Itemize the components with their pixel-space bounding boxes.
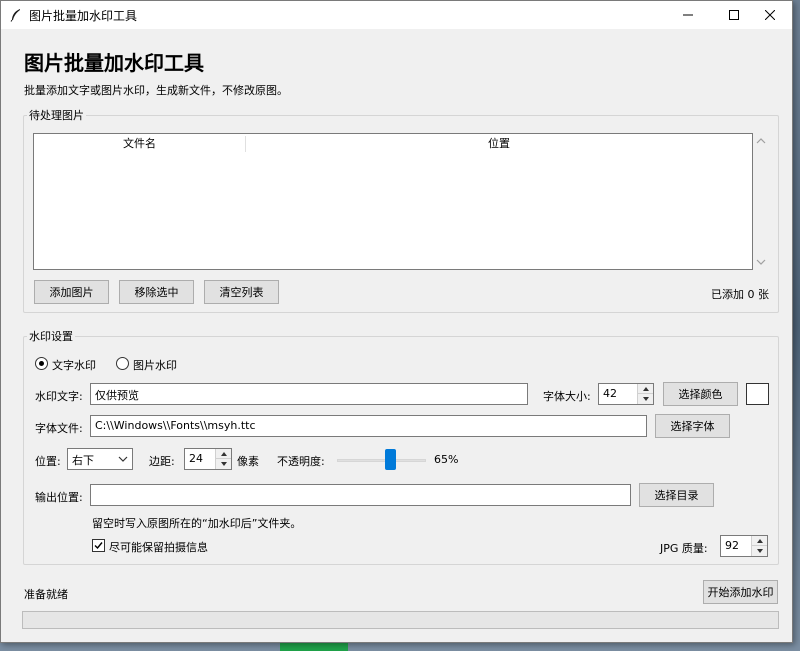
stepper-down-icon[interactable] <box>638 394 653 404</box>
feather-icon <box>9 8 23 22</box>
clear-list-button[interactable]: 清空列表 <box>204 280 279 304</box>
font-file-input[interactable]: C:\\Windows\\Fonts\\msyh.ttc <box>90 415 647 437</box>
image-count: 已添加 0 张 <box>711 288 769 301</box>
margin-label: 边距: <box>149 455 175 468</box>
maximize-icon <box>729 10 739 20</box>
choose-font-button[interactable]: 选择字体 <box>655 414 730 438</box>
output-label: 输出位置: <box>35 491 83 504</box>
opacity-slider[interactable] <box>337 459 426 462</box>
stepper-arrows <box>215 449 231 469</box>
text-watermark-label[interactable]: 文字水印 <box>52 357 96 373</box>
minimize-icon <box>683 14 693 16</box>
watermark-text-label: 水印文字: <box>35 390 83 403</box>
position-select[interactable]: 右下 <box>67 448 133 470</box>
image-list[interactable]: 文件名 位置 <box>33 133 753 270</box>
title-bar[interactable]: 图片批量加水印工具 <box>1 1 792 29</box>
add-images-button[interactable]: 添加图片 <box>34 280 109 304</box>
app-window: 图片批量加水印工具 图片批量加水印工具 批量添加文字或图片水印，生成新文件，不修… <box>0 0 793 643</box>
desktop-taskbar-item <box>280 643 348 651</box>
watermark-text-input[interactable]: 仅供预览 <box>90 383 528 405</box>
images-group-label: 待处理图片 <box>27 107 86 123</box>
jpg-quality-stepper[interactable]: 92 <box>720 535 768 557</box>
column-header-filename[interactable]: 文件名 <box>34 134 245 154</box>
status-text: 准备就绪 <box>24 588 68 601</box>
position-value: 右下 <box>72 454 94 467</box>
stepper-up-icon[interactable] <box>752 536 767 546</box>
font-file-label: 字体文件: <box>35 422 83 435</box>
font-size-label: 字体大小: <box>543 390 591 403</box>
start-watermark-button[interactable]: 开始添加水印 <box>703 580 778 604</box>
client-area: 图片批量加水印工具 批量添加文字或图片水印，生成新文件，不修改原图。 待处理图片… <box>1 29 792 644</box>
window-title: 图片批量加水印工具 <box>29 9 138 23</box>
minimize-button[interactable] <box>665 1 711 29</box>
stepper-arrows <box>637 384 653 404</box>
keep-exif-checkbox[interactable] <box>92 539 105 552</box>
stepper-down-icon[interactable] <box>752 546 767 556</box>
opacity-value: 65% <box>434 453 459 466</box>
close-button[interactable] <box>747 1 793 29</box>
margin-unit: 像素 <box>237 455 259 468</box>
close-icon <box>765 10 775 20</box>
stepper-up-icon[interactable] <box>216 449 231 459</box>
stepper-arrows <box>751 536 767 556</box>
chevron-down-icon <box>118 456 128 462</box>
column-header-location[interactable]: 位置 <box>246 134 752 154</box>
scroll-up-icon[interactable] <box>756 137 766 145</box>
margin-value: 24 <box>189 452 203 465</box>
page-title: 图片批量加水印工具 <box>24 51 204 75</box>
progress-bar <box>22 611 779 629</box>
choose-dir-button[interactable]: 选择目录 <box>639 483 714 507</box>
stepper-down-icon[interactable] <box>216 459 231 469</box>
font-size-stepper[interactable]: 42 <box>598 383 654 405</box>
stepper-up-icon[interactable] <box>638 384 653 394</box>
image-watermark-label[interactable]: 图片水印 <box>133 357 177 373</box>
choose-color-button[interactable]: 选择颜色 <box>663 382 738 406</box>
opacity-label: 不透明度: <box>277 455 325 468</box>
opacity-slider-handle[interactable] <box>385 449 396 470</box>
settings-group-label: 水印设置 <box>27 328 75 344</box>
remove-selected-button[interactable]: 移除选中 <box>119 280 194 304</box>
page-subtitle: 批量添加文字或图片水印，生成新文件，不修改原图。 <box>24 84 288 97</box>
position-label: 位置: <box>35 455 61 468</box>
output-hint: 留空时写入原图所在的“加水印后”文件夹。 <box>92 517 302 530</box>
keep-exif-label[interactable]: 尽可能保留拍摄信息 <box>109 539 208 555</box>
image-list-scrollbar[interactable] <box>753 133 769 270</box>
scroll-down-icon[interactable] <box>756 258 766 266</box>
output-dir-input[interactable] <box>90 484 631 506</box>
jpg-quality-label: JPG 质量: <box>660 542 708 555</box>
margin-stepper[interactable]: 24 <box>184 448 232 470</box>
text-watermark-radio[interactable] <box>35 357 48 370</box>
font-size-value: 42 <box>603 387 617 400</box>
checkmark-icon <box>94 542 103 550</box>
jpg-quality-value: 92 <box>725 539 739 552</box>
image-watermark-radio[interactable] <box>116 357 129 370</box>
color-swatch <box>746 383 769 405</box>
